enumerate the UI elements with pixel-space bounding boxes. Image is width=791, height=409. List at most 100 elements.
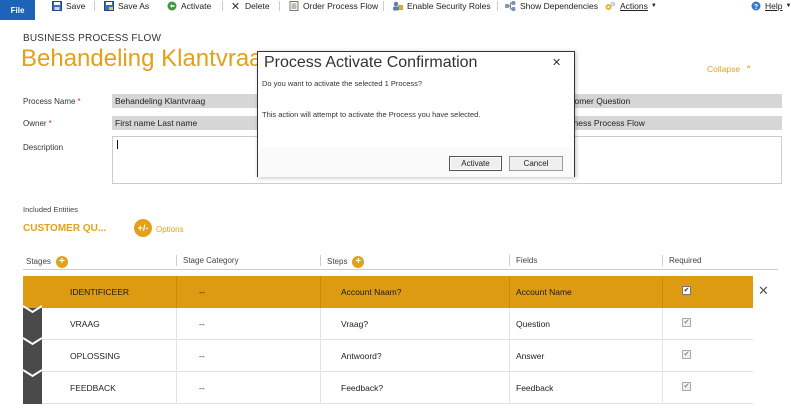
step-name: Vraag? xyxy=(341,319,369,329)
required-checkbox[interactable]: ✔ xyxy=(682,318,691,327)
cell-divider xyxy=(320,308,321,340)
stage-name: FEEDBACK xyxy=(70,383,116,393)
cell-divider xyxy=(662,340,663,372)
stage-name: IDENTIFICEER xyxy=(70,287,130,297)
cell-divider xyxy=(509,372,510,404)
dialog-title: Process Activate Confirmation xyxy=(264,54,478,71)
dialog-message: This action will attempt to activate the… xyxy=(262,110,481,119)
activate-label: Activate xyxy=(181,1,212,11)
text-caret xyxy=(117,140,118,149)
enable-security-roles-button[interactable]: Enable Security Roles xyxy=(392,0,491,12)
actions-icon xyxy=(605,1,616,12)
help-label: Help xyxy=(765,1,783,11)
cell-divider xyxy=(662,308,663,340)
description-label: Description xyxy=(23,143,64,152)
required-checkbox[interactable]: ✔ xyxy=(682,286,691,295)
column-steps: Steps + xyxy=(327,256,365,268)
add-step-icon[interactable]: + xyxy=(352,256,365,268)
table-row[interactable]: IDENTIFICEER -- Account Naam? Account Na… xyxy=(42,276,753,308)
owner-field[interactable]: First name Last name xyxy=(112,116,258,130)
owner-label-text: Owner xyxy=(23,119,47,128)
security-roles-icon xyxy=(392,1,403,12)
order-process-flow-icon xyxy=(288,1,299,12)
actions-label: Actions xyxy=(620,1,648,11)
save-button[interactable]: Save xyxy=(51,0,85,12)
activate-icon xyxy=(166,1,177,12)
help-menu[interactable]: ? Help ▼ xyxy=(750,0,791,12)
stage-category: -- xyxy=(199,383,205,393)
delete-row-icon[interactable]: ✕ xyxy=(758,283,769,299)
included-entities-label: Included Entities xyxy=(23,205,79,214)
cell-divider xyxy=(176,308,177,340)
column-divider xyxy=(509,255,510,266)
cell-divider xyxy=(176,372,177,404)
add-stage-icon[interactable]: + xyxy=(55,256,68,268)
chevron-down-icon: ▼ xyxy=(785,3,791,9)
column-steps-label: Steps xyxy=(327,257,348,267)
chevron-up-icon: ⌃ xyxy=(745,64,753,74)
cell-divider xyxy=(662,276,663,308)
order-process-flow-label: Order Process Flow xyxy=(303,1,379,11)
options-link[interactable]: Options xyxy=(156,225,184,234)
order-process-flow-button[interactable]: Order Process Flow xyxy=(288,0,378,12)
ribbon-separator xyxy=(222,1,223,11)
process-name-label: Process Name * xyxy=(23,97,81,106)
save-icon xyxy=(51,1,62,12)
cancel-button[interactable]: Cancel xyxy=(509,156,563,171)
field-name: Answer xyxy=(516,351,545,361)
required-asterisk: * xyxy=(77,97,81,106)
collapse-label: Collapse xyxy=(707,64,741,74)
cell-divider xyxy=(320,340,321,372)
delete-icon: ✕ xyxy=(230,0,241,13)
stage-name: VRAAG xyxy=(70,319,100,329)
cell-divider xyxy=(509,308,510,340)
step-name: Feedback? xyxy=(341,383,384,393)
page-title: Behandeling Klantvraag xyxy=(21,45,276,72)
file-button[interactable]: File xyxy=(0,0,35,20)
required-checkbox[interactable]: ✔ xyxy=(682,350,691,359)
actions-menu[interactable]: Actions ▼ xyxy=(605,0,657,12)
table-row[interactable]: VRAAG -- Vraag? Question ✔ xyxy=(42,308,753,340)
column-divider xyxy=(320,255,321,266)
field-name: Question xyxy=(516,319,551,329)
table-row[interactable]: OPLOSSING -- Antwoord? Answer ✔ xyxy=(42,340,753,372)
category-field: Business Process Flow xyxy=(560,116,782,130)
collapse-toggle[interactable]: Collapse ⌃ xyxy=(707,64,752,75)
process-name-field[interactable]: Behandeling Klantvraag xyxy=(112,94,258,108)
record-type-label: BUSINESS PROCESS FLOW xyxy=(23,33,162,44)
cell-divider xyxy=(176,340,177,372)
show-dependencies-button[interactable]: Show Dependencies xyxy=(505,0,598,12)
step-name: Antwoord? xyxy=(341,351,382,361)
enable-security-roles-label: Enable Security Roles xyxy=(407,1,491,11)
activate-button[interactable]: Activate xyxy=(166,0,211,12)
stage-category: -- xyxy=(199,319,205,329)
save-label: Save xyxy=(66,1,86,11)
options-icon[interactable]: +/- xyxy=(134,219,152,237)
table-row[interactable]: FEEDBACK -- Feedback? Feedback ✔ xyxy=(42,372,753,404)
entity-tab-customer-question[interactable]: CUSTOMER QU... xyxy=(23,223,106,234)
save-as-button[interactable]: Save As xyxy=(103,0,149,12)
delete-button[interactable]: ✕ Delete xyxy=(230,0,270,13)
column-stages-label: Stages xyxy=(26,257,51,267)
primary-entity-field: Customer Question xyxy=(560,94,782,108)
cell-divider xyxy=(509,340,510,372)
activate-confirm-button[interactable]: Activate xyxy=(449,156,502,171)
process-name-label-text: Process Name xyxy=(23,97,76,106)
column-stages: Stages + xyxy=(26,256,68,268)
column-fields: Fields xyxy=(516,256,538,265)
dialog-question: Do you want to activate the selected 1 P… xyxy=(262,79,423,88)
required-asterisk: * xyxy=(48,119,52,128)
required-checkbox[interactable]: ✔ xyxy=(682,382,691,391)
chevron-down-icon: ▼ xyxy=(650,3,657,9)
ribbon-separator xyxy=(94,1,95,11)
dependencies-icon xyxy=(505,1,516,12)
cell-divider xyxy=(662,372,663,404)
field-name: Feedback xyxy=(516,383,554,393)
close-icon[interactable]: ✕ xyxy=(552,56,561,69)
cell-divider xyxy=(320,372,321,404)
activate-confirmation-dialog: Process Activate Confirmation ✕ Do you w… xyxy=(257,51,575,177)
stage-name: OPLOSSING xyxy=(70,351,121,361)
ribbon-separator xyxy=(279,1,280,11)
stage-category: -- xyxy=(199,287,205,297)
cell-divider xyxy=(320,276,321,308)
